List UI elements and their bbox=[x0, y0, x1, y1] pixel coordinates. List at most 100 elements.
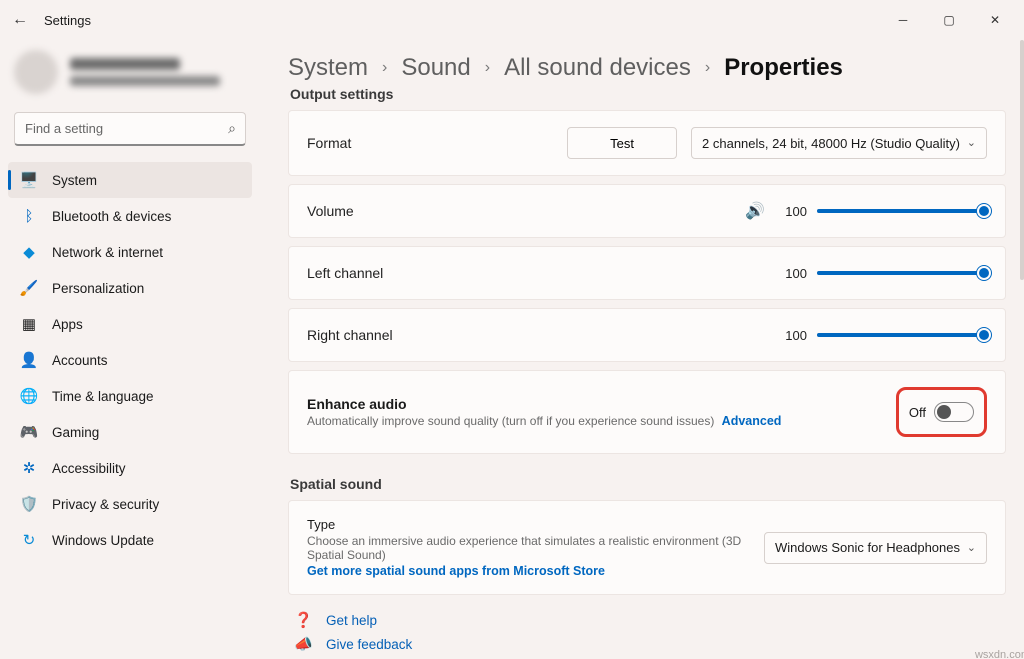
right-channel-row: Right channel 100 bbox=[288, 308, 1006, 362]
format-label: Format bbox=[307, 135, 507, 151]
crumb-system[interactable]: System bbox=[288, 54, 368, 82]
nav-label: Time & language bbox=[52, 389, 154, 404]
give-feedback-link[interactable]: Give feedback bbox=[326, 637, 412, 652]
spatial-section-header: Spatial sound bbox=[290, 476, 1006, 492]
enhance-title: Enhance audio bbox=[307, 396, 781, 412]
volume-row: Volume 🔊 100 bbox=[288, 184, 1006, 238]
back-button[interactable]: ← bbox=[6, 11, 34, 29]
get-help-row: ❓ Get help bbox=[294, 611, 1006, 629]
left-value: 100 bbox=[777, 266, 807, 281]
scrollbar[interactable] bbox=[1020, 40, 1024, 280]
main-content: System › Sound › All sound devices › Pro… bbox=[260, 40, 1024, 659]
nav-label: Bluetooth & devices bbox=[52, 209, 171, 224]
crumb-sound[interactable]: Sound bbox=[401, 54, 470, 82]
chevron-right-icon: › bbox=[485, 59, 490, 77]
user-profile[interactable] bbox=[8, 50, 252, 108]
nav-list: 🖥️ System ᛒ Bluetooth & devices ◆Network &… bbox=[8, 162, 252, 558]
titlebar: ← Settings ─ ▢ ✕ bbox=[0, 0, 1024, 40]
maximize-button[interactable]: ▢ bbox=[926, 5, 972, 35]
output-section-header: Output settings bbox=[290, 86, 1006, 102]
nav-label: Network & internet bbox=[52, 245, 163, 260]
chevron-down-icon: ⌄ bbox=[967, 136, 976, 149]
type-subtitle: Choose an immersive audio experience tha… bbox=[307, 534, 747, 562]
watermark: wsxdn.com bbox=[975, 649, 1024, 659]
search-input[interactable] bbox=[14, 112, 246, 146]
feedback-row: 📣 Give feedback bbox=[294, 635, 1006, 653]
speaker-icon[interactable]: 🔊 bbox=[745, 201, 765, 221]
spatial-type-dropdown[interactable]: Windows Sonic for Headphones ⌄ bbox=[764, 532, 987, 564]
breadcrumb: System › Sound › All sound devices › Pro… bbox=[288, 40, 1006, 88]
enhance-toggle-highlight: Off bbox=[896, 387, 987, 437]
display-icon: 🖥️ bbox=[20, 171, 38, 189]
nav-item-apps[interactable]: ▦ Apps bbox=[8, 306, 252, 342]
accessibility-icon: ✲ bbox=[20, 459, 38, 477]
format-value: 2 channels, 24 bit, 48000 Hz (Studio Qua… bbox=[702, 136, 960, 151]
crumb-devices[interactable]: All sound devices bbox=[504, 54, 691, 82]
nav-item-accounts[interactable]: 👤 Accounts bbox=[8, 342, 252, 378]
nav-item-gaming[interactable]: 🎮 Gaming bbox=[8, 414, 252, 450]
close-button[interactable]: ✕ bbox=[972, 5, 1018, 35]
globe-icon: 🌐 bbox=[20, 387, 38, 405]
right-value: 100 bbox=[777, 328, 807, 343]
type-title: Type bbox=[307, 517, 747, 532]
store-link[interactable]: Get more spatial sound apps from Microso… bbox=[307, 564, 747, 578]
minimize-button[interactable]: ─ bbox=[880, 5, 926, 35]
nav-item-time[interactable]: 🌐 Time & language bbox=[8, 378, 252, 414]
left-slider[interactable] bbox=[817, 263, 987, 283]
nav-label: Apps bbox=[52, 317, 83, 332]
nav-item-bluetooth[interactable]: ᛒ Bluetooth & devices bbox=[8, 198, 252, 234]
format-row: Format Test 2 channels, 24 bit, 48000 Hz… bbox=[288, 110, 1006, 176]
chevron-right-icon: › bbox=[382, 59, 387, 77]
nav-label: Personalization bbox=[52, 281, 144, 296]
volume-label: Volume bbox=[307, 203, 507, 219]
crumb-properties: Properties bbox=[724, 54, 843, 82]
nav-item-update[interactable]: ↻ Windows Update bbox=[8, 522, 252, 558]
nav-item-personalization[interactable]: 🖌️ Personalization bbox=[8, 270, 252, 306]
avatar bbox=[14, 50, 58, 94]
sidebar: ⌕ 🖥️ System ᛒ Bluetooth & devices ◆Network… bbox=[0, 40, 260, 659]
left-label: Left channel bbox=[307, 265, 507, 281]
window-buttons: ─ ▢ ✕ bbox=[880, 5, 1018, 35]
toggle-state-label: Off bbox=[909, 405, 926, 420]
enhance-subtitle: Automatically improve sound quality (tur… bbox=[307, 414, 781, 428]
nav-label: Accessibility bbox=[52, 461, 126, 476]
feedback-icon: 📣 bbox=[294, 635, 312, 653]
search-wrap: ⌕ bbox=[14, 112, 246, 146]
enhance-label-block: Enhance audio Automatically improve soun… bbox=[307, 396, 781, 428]
volume-slider[interactable] bbox=[817, 201, 987, 221]
person-icon: 👤 bbox=[20, 351, 38, 369]
spatial-type-row: Type Choose an immersive audio experienc… bbox=[288, 500, 1006, 595]
nav-item-privacy[interactable]: 🛡️ Privacy & security bbox=[8, 486, 252, 522]
apps-icon: ▦ bbox=[20, 315, 38, 333]
spatial-type-value: Windows Sonic for Headphones bbox=[775, 540, 960, 555]
volume-value: 100 bbox=[777, 204, 807, 219]
nav-label: System bbox=[52, 173, 97, 188]
nav-label: Windows Update bbox=[52, 533, 154, 548]
nav-label: Privacy & security bbox=[52, 497, 159, 512]
test-button[interactable]: Test bbox=[567, 127, 677, 159]
chevron-right-icon: › bbox=[705, 59, 710, 77]
update-icon: ↻ bbox=[20, 531, 38, 549]
chevron-down-icon: ⌄ bbox=[967, 541, 976, 554]
brush-icon: 🖌️ bbox=[20, 279, 38, 297]
advanced-link[interactable]: Advanced bbox=[722, 414, 782, 428]
get-help-link[interactable]: Get help bbox=[326, 613, 377, 628]
right-slider[interactable] bbox=[817, 325, 987, 345]
type-label-block: Type Choose an immersive audio experienc… bbox=[307, 517, 747, 578]
nav-item-network[interactable]: ◆Network & internet bbox=[8, 234, 252, 270]
shield-icon: 🛡️ bbox=[20, 495, 38, 513]
format-dropdown[interactable]: 2 channels, 24 bit, 48000 Hz (Studio Qua… bbox=[691, 127, 987, 159]
right-label: Right channel bbox=[307, 327, 507, 343]
search-icon: ⌕ bbox=[228, 120, 236, 137]
nav-label: Gaming bbox=[52, 425, 99, 440]
nav-item-accessibility[interactable]: ✲ Accessibility bbox=[8, 450, 252, 486]
help-icon: ❓ bbox=[294, 611, 312, 629]
nav-label: Accounts bbox=[52, 353, 108, 368]
bluetooth-icon: ᛒ bbox=[20, 207, 38, 225]
window-title: Settings bbox=[44, 13, 91, 28]
profile-text bbox=[70, 58, 220, 86]
nav-item-system[interactable]: 🖥️ System bbox=[8, 162, 252, 198]
left-channel-row: Left channel 100 bbox=[288, 246, 1006, 300]
enhance-toggle[interactable] bbox=[934, 402, 974, 422]
gamepad-icon: 🎮 bbox=[20, 423, 38, 441]
